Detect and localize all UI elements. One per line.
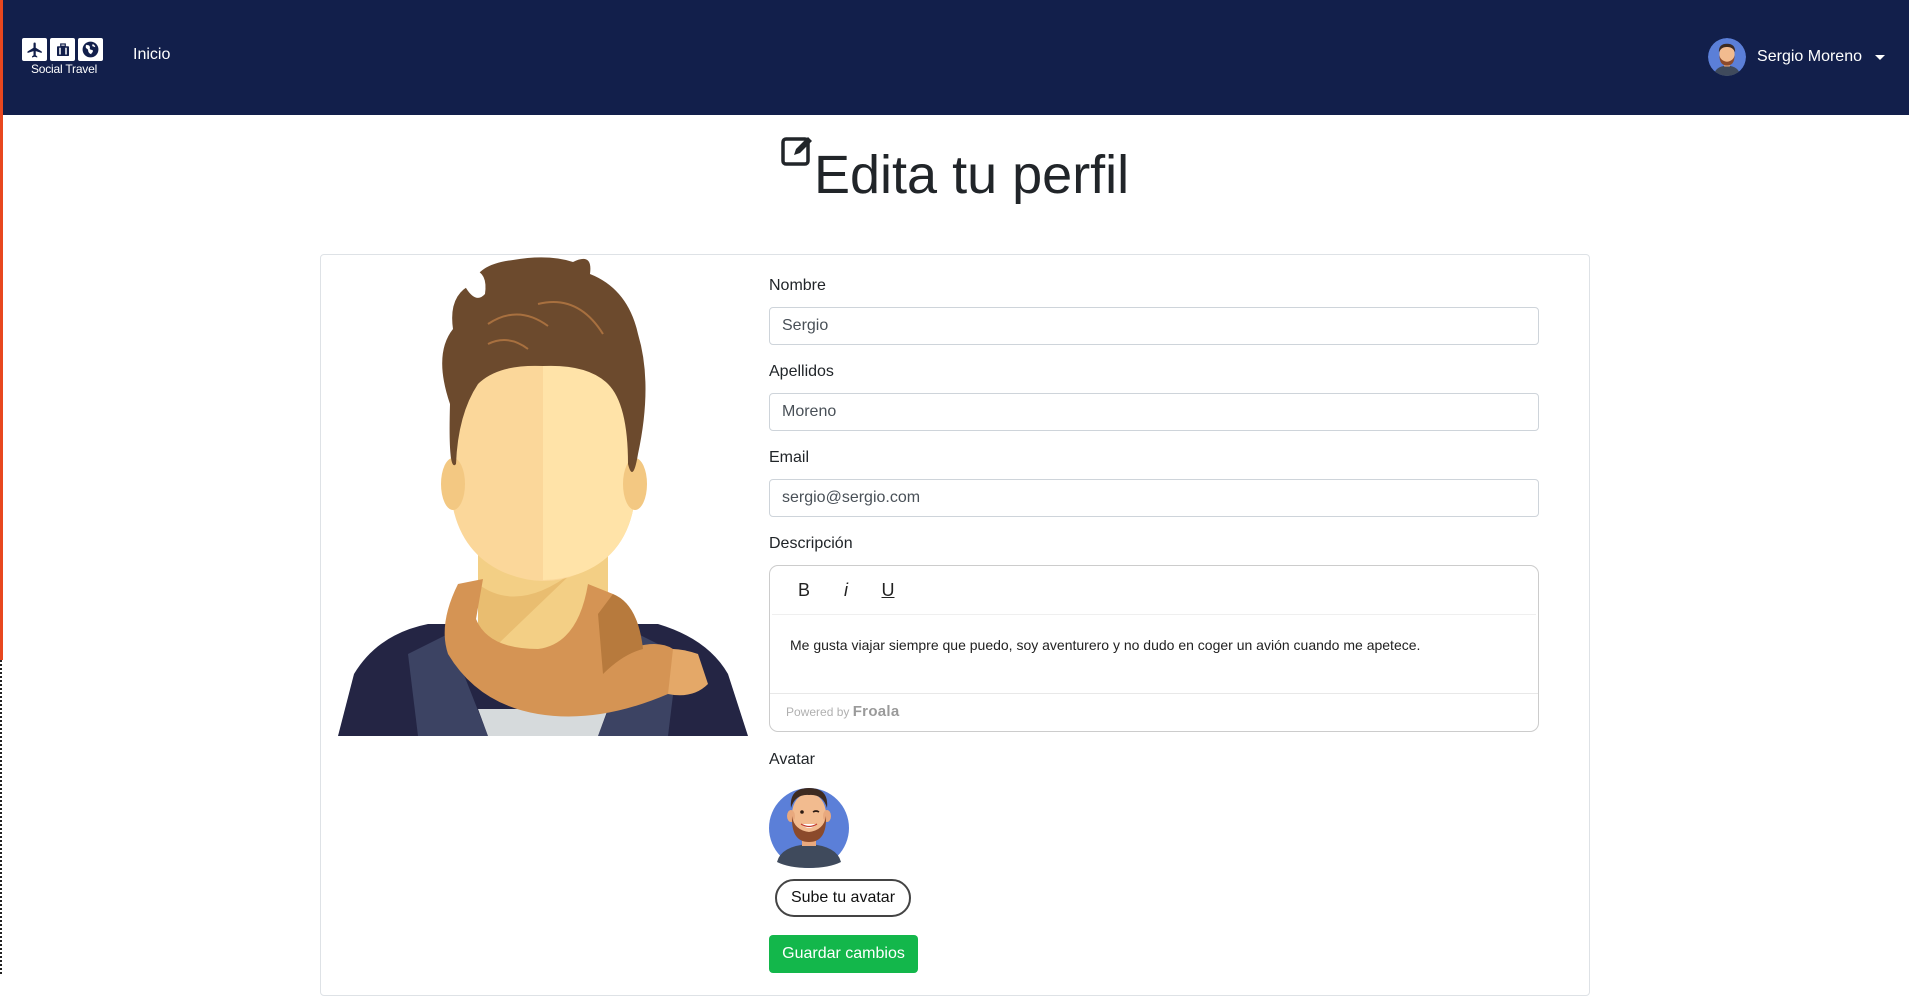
- navbar: Social Travel Inicio Sergio Moreno: [3, 0, 1909, 115]
- user-avatar-small: [1708, 38, 1747, 76]
- nombre-input[interactable]: [769, 307, 1539, 345]
- left-dashed-border: [0, 660, 2, 974]
- airplane-icon: [22, 38, 47, 61]
- underline-button[interactable]: U: [870, 572, 906, 608]
- luggage-icon: [50, 38, 75, 61]
- bold-button[interactable]: B: [786, 572, 822, 608]
- email-label: Email: [769, 449, 810, 466]
- page-title-text: Edita tu perfil: [814, 145, 1130, 205]
- brand-name: Social Travel: [30, 62, 98, 76]
- descripcion-editor: B i U Me gusta viajar siempre que puedo,…: [769, 565, 1539, 732]
- page-title: Edita tu perfil: [780, 133, 1129, 206]
- user-menu-toggle[interactable]: Sergio Moreno: [1708, 38, 1885, 76]
- apellidos-input[interactable]: [769, 393, 1539, 431]
- upload-avatar-button[interactable]: Sube tu avatar: [775, 879, 911, 917]
- globe-icon: [78, 38, 103, 61]
- brand-logo[interactable]: Social Travel: [22, 38, 110, 78]
- italic-button[interactable]: i: [828, 572, 864, 608]
- descripcion-label: Descripción: [769, 535, 853, 552]
- email-input[interactable]: [769, 479, 1539, 517]
- apellidos-label: Apellidos: [769, 363, 834, 380]
- edit-square-icon: [781, 137, 812, 166]
- editor-toolbar: B i U: [772, 566, 1536, 615]
- froala-link[interactable]: Froala: [853, 703, 900, 720]
- caret-down-icon: [1875, 54, 1885, 60]
- powered-by-text: Powered by: [786, 705, 850, 719]
- editor-footer: Powered by Froala: [770, 693, 1538, 731]
- user-name: Sergio Moreno: [1757, 48, 1862, 65]
- nav-link-inicio[interactable]: Inicio: [133, 46, 170, 64]
- profile-illustration: [338, 257, 748, 736]
- descripcion-textarea[interactable]: Me gusta viajar siempre que puedo, soy a…: [770, 615, 1538, 693]
- avatar-label: Avatar: [769, 751, 815, 768]
- nombre-label: Nombre: [769, 277, 826, 294]
- avatar-preview: [769, 788, 849, 868]
- save-button[interactable]: Guardar cambios: [769, 935, 918, 973]
